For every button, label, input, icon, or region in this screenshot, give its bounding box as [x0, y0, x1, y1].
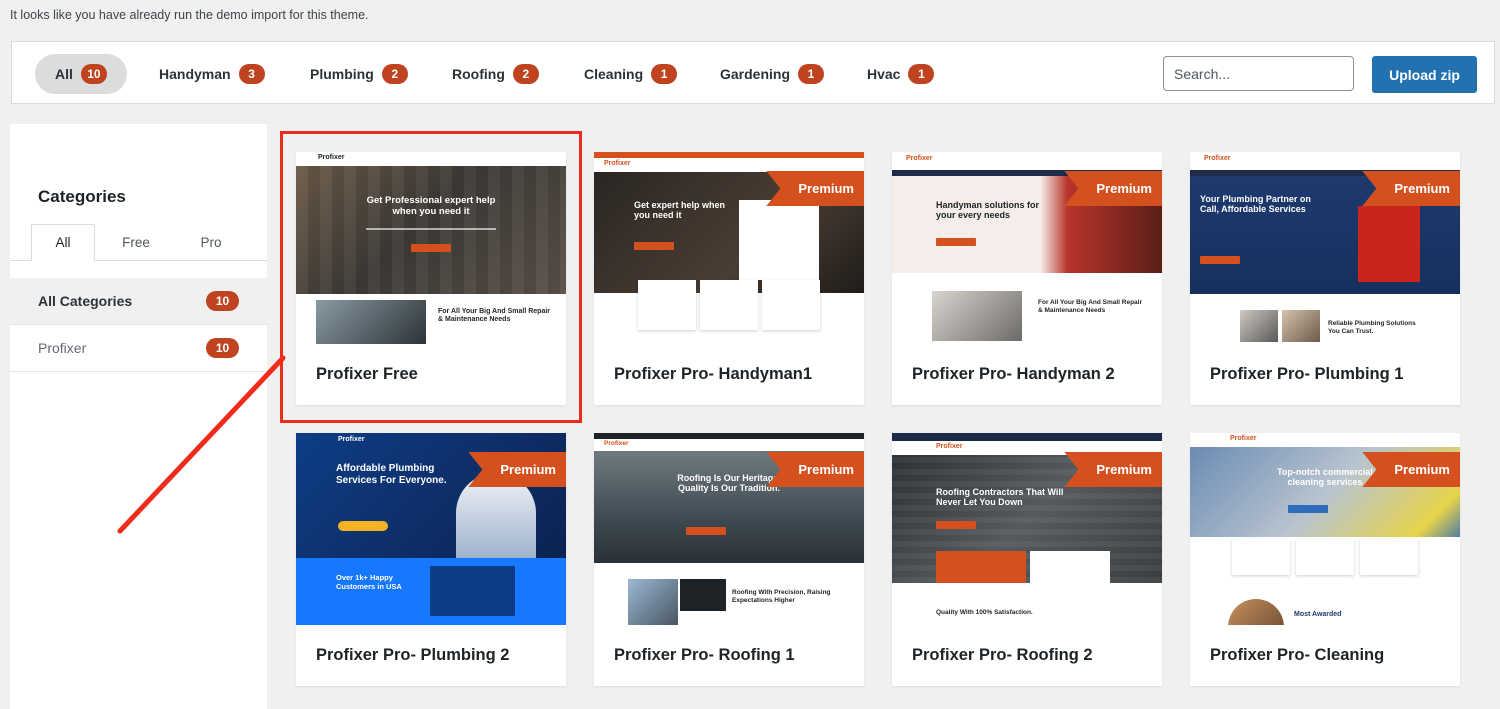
template-preview[interactable]: Profixer Top-notch commercial cleaning s…: [1190, 433, 1460, 625]
premium-ribbon: Premium: [1064, 171, 1162, 206]
filter-bar: All 10 Handyman 3 Plumbing 2 Roofing 2 C…: [11, 41, 1495, 104]
preview-hero-text: Your Plumbing Partner on Call, Affordabl…: [1200, 194, 1311, 215]
filter-tab-all[interactable]: All 10: [35, 54, 127, 94]
preview-hero-text: Affordable Plumbing Services For Everyon…: [336, 463, 447, 486]
template-title: Profixer Pro- Roofing 2: [912, 646, 1093, 664]
template-card-roofing1[interactable]: Profixer Roofing Is Our Heritage, Qualit…: [594, 433, 864, 686]
preview-hero-text: Roofing Contractors That Will Never Let …: [936, 487, 1064, 508]
template-title: Profixer Pro- Cleaning: [1210, 646, 1385, 664]
preview-sub-text: Quality With 100% Satisfaction.: [936, 609, 1033, 616]
template-card-handyman2[interactable]: Profixer Handyman solutions for your eve…: [892, 152, 1162, 405]
template-preview[interactable]: Profixer Your Plumbing Partner on Call, …: [1190, 152, 1460, 344]
preview-logo: Profixer: [604, 440, 629, 447]
preview-sub-text: Over 1k+ Happy Customers in USA: [336, 573, 402, 591]
preview-logo: Profixer: [1204, 155, 1231, 162]
filter-tab-label: Roofing: [452, 66, 505, 82]
preview-sub-text: Roofing With Precision, Raising Expectat…: [732, 589, 831, 604]
template-card-plumbing2[interactable]: Profixer Affordable Plumbing Services Fo…: [296, 433, 566, 686]
count-badge: 1: [651, 64, 678, 84]
template-card-roofing2[interactable]: Profixer Roofing Contractors That Will N…: [892, 433, 1162, 686]
count-badge: 2: [381, 64, 408, 84]
preview-hero-text: Handyman solutions for your every needs: [936, 200, 1040, 221]
premium-ribbon: Premium: [766, 171, 864, 206]
tab-free[interactable]: Free: [104, 224, 168, 261]
preview-sub-text: Reliable Plumbing Solutions You Can Trus…: [1328, 320, 1416, 335]
template-preview[interactable]: Profixer Handyman solutions for your eve…: [892, 152, 1162, 344]
template-preview[interactable]: Profixer Get expert help when you need i…: [594, 152, 864, 344]
template-preview[interactable]: Profixer Roofing Is Our Heritage, Qualit…: [594, 433, 864, 625]
count-badge: 10: [80, 64, 107, 84]
template-title: Profixer Pro- Plumbing 2: [316, 646, 510, 664]
filter-tab-cleaning[interactable]: Cleaning 1: [564, 54, 697, 94]
filter-tab-label: Plumbing: [310, 66, 374, 82]
category-all-categories[interactable]: All Categories 10: [10, 278, 267, 325]
category-label: All Categories: [38, 293, 133, 309]
template-title: Profixer Pro- Handyman 2: [912, 365, 1115, 383]
filter-tab-label: Gardening: [720, 66, 791, 82]
filter-tab-gardening[interactable]: Gardening 1: [700, 54, 844, 94]
preview-logo: Profixer: [604, 160, 631, 167]
category-type-tabs: All Free Pro: [10, 224, 267, 261]
tab-pro[interactable]: Pro: [179, 224, 243, 261]
preview-sub-text: Most Awarded: [1294, 611, 1342, 618]
filter-tab-label: All: [55, 66, 73, 82]
preview-logo: Profixer: [936, 443, 963, 450]
template-card-cleaning[interactable]: Profixer Top-notch commercial cleaning s…: [1190, 433, 1460, 686]
count-badge: 2: [512, 64, 539, 84]
categories-heading: Categories: [38, 187, 126, 206]
filter-tab-plumbing[interactable]: Plumbing 2: [290, 54, 428, 94]
premium-ribbon: Premium: [1362, 171, 1460, 206]
premium-ribbon: Premium: [1362, 452, 1460, 487]
categories-sidebar: Categories All Free Pro All Categories 1…: [10, 124, 267, 709]
premium-ribbon: Premium: [766, 452, 864, 487]
template-title: Profixer Pro- Handyman1: [614, 365, 813, 383]
filter-tab-handyman[interactable]: Handyman 3: [139, 54, 285, 94]
category-label: Profixer: [38, 340, 87, 356]
count-badge: 3: [238, 64, 265, 84]
filter-tab-label: Cleaning: [584, 66, 644, 82]
template-title: Profixer Pro- Plumbing 1: [1210, 365, 1404, 383]
template-card-plumbing1[interactable]: Profixer Your Plumbing Partner on Call, …: [1190, 152, 1460, 405]
filter-tab-roofing[interactable]: Roofing 2: [432, 54, 559, 94]
count-badge: 10: [206, 291, 239, 311]
preview-logo: Profixer: [906, 155, 933, 162]
highlight-box: [280, 131, 582, 423]
filter-tab-label: Handyman: [159, 66, 231, 82]
count-badge: 1: [908, 64, 935, 84]
demo-import-notice: It looks like you have already run the d…: [10, 8, 369, 22]
upload-zip-button[interactable]: Upload zip: [1372, 56, 1477, 93]
tab-all[interactable]: All: [31, 224, 95, 261]
filter-tab-hvac[interactable]: Hvac 1: [847, 54, 954, 94]
template-preview[interactable]: Profixer Affordable Plumbing Services Fo…: [296, 433, 566, 625]
template-card-handyman1[interactable]: Profixer Get expert help when you need i…: [594, 152, 864, 405]
premium-ribbon: Premium: [1064, 452, 1162, 487]
search-input[interactable]: [1163, 56, 1354, 91]
filter-tab-label: Hvac: [867, 66, 901, 82]
preview-sub-text: For All Your Big And Small Repair & Main…: [1038, 299, 1143, 314]
template-title: Profixer Pro- Roofing 1: [614, 646, 795, 664]
preview-logo: Profixer: [338, 436, 365, 443]
count-badge: 1: [798, 64, 825, 84]
category-profixer[interactable]: Profixer 10: [10, 325, 267, 372]
preview-hero-text: Get expert help when you need it: [634, 200, 726, 221]
premium-ribbon: Premium: [468, 452, 566, 487]
preview-logo: Profixer: [1230, 435, 1257, 442]
template-preview[interactable]: Profixer Roofing Contractors That Will N…: [892, 433, 1162, 625]
count-badge: 10: [206, 338, 239, 358]
